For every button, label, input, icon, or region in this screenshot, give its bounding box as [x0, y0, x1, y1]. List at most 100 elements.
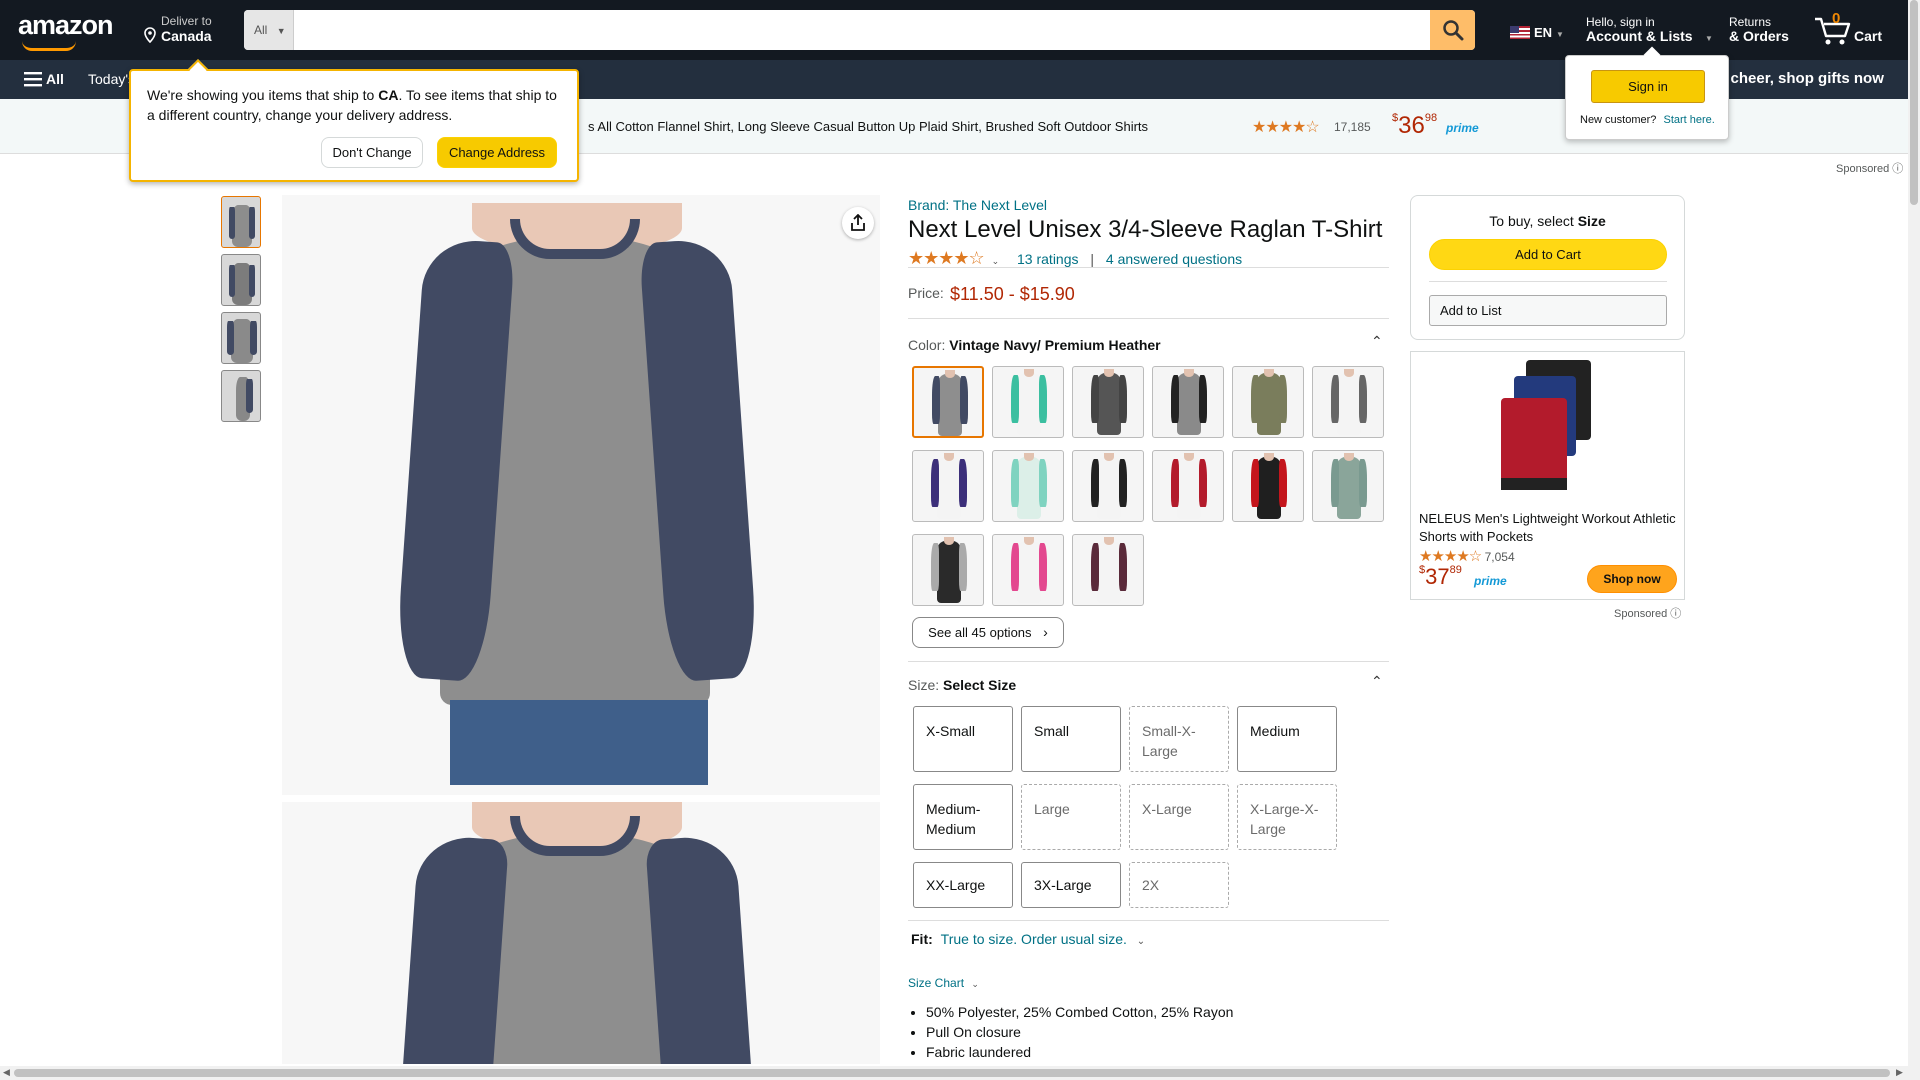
share-button[interactable] [842, 207, 874, 239]
image-thumbnail-4[interactable] [221, 370, 261, 422]
todays-deals-link[interactable]: Today's [88, 71, 135, 87]
color-swatch[interactable] [1152, 366, 1224, 438]
change-address-button[interactable]: Change Address [437, 137, 557, 168]
color-swatch[interactable] [1072, 534, 1144, 606]
selected-color: Vintage Navy/ Premium Heather [949, 337, 1161, 353]
size-option-small-x-large[interactable]: Small-X-Large [1129, 706, 1229, 772]
shirt-collar [510, 219, 640, 259]
fit-label: Fit: [911, 931, 933, 947]
star-rating-icon[interactable]: ★★★★☆ [908, 248, 985, 268]
ad-strip-product-title[interactable]: s All Cotton Flannel Shirt, Long Sleeve … [588, 119, 1148, 134]
horizontal-scrollbar-thumb[interactable] [14, 1069, 1890, 1077]
color-swatch[interactable] [1152, 450, 1224, 522]
shirt-right-sleeve [645, 834, 753, 1064]
shorts-image [1496, 360, 1596, 495]
answered-questions-link[interactable]: 4 answered questions [1106, 251, 1242, 267]
color-swatch[interactable] [1312, 366, 1384, 438]
size-option-3x-large[interactable]: 3X-Large [1021, 862, 1121, 908]
chevron-down-icon[interactable]: ⌄ [1137, 936, 1145, 947]
fit-value-link[interactable]: True to size. Order usual size. [941, 931, 1127, 947]
language-selector[interactable]: EN ▼ [1508, 22, 1566, 44]
color-swatch[interactable] [992, 534, 1064, 606]
main-product-image[interactable] [282, 195, 880, 795]
search-input[interactable] [296, 10, 1426, 50]
shop-now-button[interactable]: Shop now [1587, 565, 1677, 593]
color-swatch[interactable] [1312, 450, 1384, 522]
signin-button[interactable]: Sign in [1591, 70, 1705, 103]
size-option-medium[interactable]: Medium [1237, 706, 1337, 772]
language-label: EN [1534, 25, 1553, 40]
size-option-x-large[interactable]: X-Large [1129, 784, 1229, 850]
secondary-product-image[interactable] [282, 802, 880, 1064]
account-greeting: Hello, sign in [1586, 15, 1655, 29]
all-menu-button[interactable]: All [22, 69, 88, 91]
color-swatch[interactable] [1232, 366, 1304, 438]
horizontal-scrollbar[interactable]: ◀ ▶ [0, 1066, 1908, 1080]
side-ad-sponsored-label: Sponsored ⓘ [1614, 608, 1682, 620]
holiday-promo-link[interactable]: e cheer, shop gifts now [1718, 70, 1884, 87]
cart[interactable]: 0 Cart [1812, 10, 1892, 50]
color-swatch[interactable] [1232, 450, 1304, 522]
size-option-2x[interactable]: 2X [1129, 862, 1229, 908]
size-chart-link[interactable]: Size Chart [908, 976, 964, 990]
color-swatch[interactable] [1072, 450, 1144, 522]
collapse-color-icon[interactable]: ⌃ [1371, 333, 1383, 350]
sponsored-product-ad[interactable]: NELEUS Men's Lightweight Workout Athleti… [1410, 351, 1685, 600]
size-option-small[interactable]: Small [1021, 706, 1121, 772]
image-thumbnail-2[interactable] [221, 254, 261, 306]
info-icon[interactable]: ⓘ [1892, 163, 1903, 175]
side-ad-title[interactable]: NELEUS Men's Lightweight Workout Athleti… [1419, 510, 1681, 546]
us-flag-icon [1510, 26, 1530, 39]
orders-label: & Orders [1729, 28, 1789, 44]
image-thumbnail-3[interactable] [221, 312, 261, 364]
chevron-down-icon[interactable]: ⌄ [992, 256, 1000, 266]
add-to-list-button[interactable]: Add to List [1429, 295, 1667, 326]
vertical-scrollbar[interactable] [1908, 0, 1920, 1080]
size-option-medium-medium[interactable]: Medium-Medium [913, 784, 1013, 850]
buy-box: To buy, select Size Add to Cart Add to L… [1410, 195, 1685, 340]
color-swatch[interactable] [992, 450, 1064, 522]
amazon-logo[interactable]: amazon [18, 10, 114, 51]
size-heading: Size: Select Size [908, 677, 1017, 693]
info-icon[interactable]: ⓘ [1670, 608, 1681, 620]
search-button[interactable] [1430, 10, 1475, 50]
scroll-left-icon[interactable]: ◀ [3, 1067, 10, 1078]
size-option-large[interactable]: Large [1021, 784, 1121, 850]
size-option-x-small[interactable]: X-Small [913, 706, 1013, 772]
buy-box-instruction: To buy, select Size [1489, 213, 1606, 229]
color-swatch[interactable] [1072, 366, 1144, 438]
start-here-link[interactable]: Start here. [1663, 114, 1714, 126]
all-menu-label: All [46, 71, 64, 87]
feature-bullet: Pull On closure [926, 1022, 1233, 1042]
deliver-to-country: Canada [161, 28, 212, 44]
search-category-dropdown[interactable]: All ▼ [244, 10, 294, 50]
price-range: $11.50 - $15.90 [950, 284, 1075, 304]
hamburger-menu-icon [24, 72, 42, 87]
scroll-right-icon[interactable]: ▶ [1896, 1067, 1903, 1078]
color-swatch[interactable] [912, 450, 984, 522]
chevron-down-icon[interactable]: ⌄ [971, 979, 979, 989]
ratings-link[interactable]: 13 ratings [1017, 251, 1078, 267]
deliver-to[interactable]: Deliver to Canada [141, 14, 251, 46]
deliver-to-label: Deliver to [161, 14, 212, 28]
color-swatch[interactable] [992, 366, 1064, 438]
color-swatch[interactable] [912, 534, 984, 606]
product-title: Next Level Unisex 3/4-Sleeve Raglan T-Sh… [908, 216, 1383, 243]
see-all-options-button[interactable]: See all 45 options › [912, 617, 1064, 648]
add-to-cart-button[interactable]: Add to Cart [1429, 239, 1667, 270]
image-thumbnail-1[interactable] [221, 196, 261, 248]
star-rating-icon: ★★★★☆ [1252, 119, 1320, 136]
location-pin-icon [144, 27, 156, 43]
size-option-xx-large[interactable]: XX-Large [913, 862, 1013, 908]
sponsored-label: Sponsored ⓘ [1836, 163, 1904, 175]
see-all-options-label: See all 45 options [928, 625, 1032, 640]
dont-change-button[interactable]: Don't Change [321, 137, 423, 168]
account-lists[interactable]: Hello, sign in Account & Lists ▼ [1586, 14, 1713, 48]
size-option-x-large-x-large[interactable]: X-Large-X-Large [1237, 784, 1337, 850]
shorts-red [1501, 398, 1567, 490]
returns-orders[interactable]: Returns & Orders [1729, 14, 1799, 48]
vertical-scrollbar-thumb[interactable] [1910, 0, 1918, 205]
brand-link[interactable]: Brand: The Next Level [908, 197, 1047, 213]
color-swatch[interactable] [912, 366, 984, 438]
collapse-size-icon[interactable]: ⌃ [1371, 673, 1383, 690]
